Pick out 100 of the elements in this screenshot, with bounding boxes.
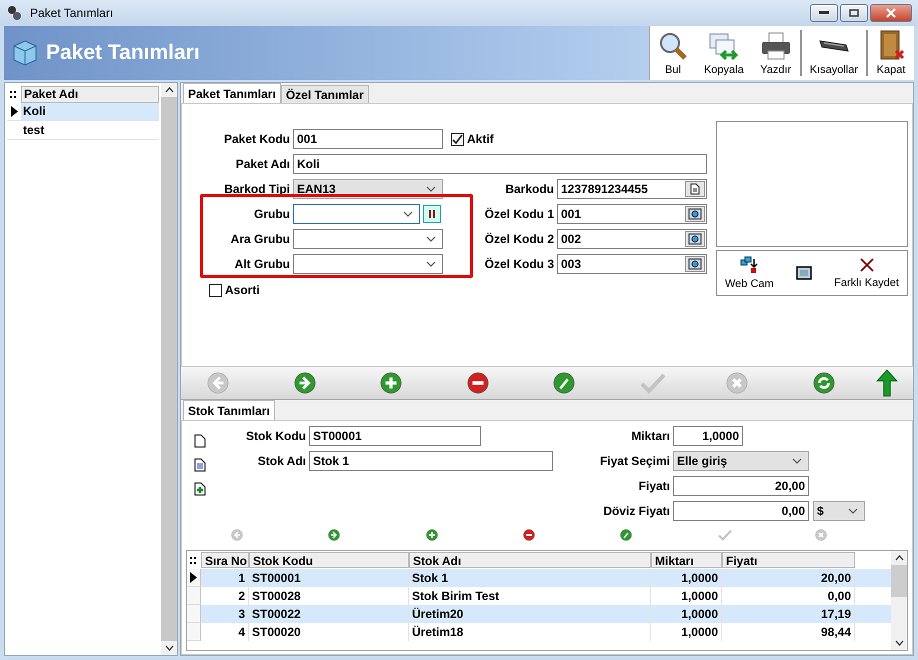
scroll-up-icon[interactable] (164, 87, 174, 93)
field-label: Barkodu (504, 182, 555, 196)
maximize-button[interactable] (840, 4, 868, 22)
lookup-button[interactable] (685, 256, 705, 272)
tab[interactable]: Stok Tanımları (183, 400, 275, 420)
column-header: Stok Adı (409, 552, 651, 568)
plus-icon[interactable] (380, 372, 402, 394)
field-label: Stok Adı (256, 454, 307, 468)
checkbox[interactable] (451, 132, 464, 146)
tab[interactable]: Paket Tanımları (183, 83, 281, 103)
chevron-down-icon (426, 261, 436, 267)
cube-package-icon (12, 39, 38, 67)
table-cell: 20,00 (722, 569, 855, 587)
scroll-down-icon[interactable] (164, 645, 174, 651)
list-row[interactable]: Koli (7, 102, 159, 121)
picture-frame-icon (688, 258, 702, 270)
cross-icon (858, 257, 875, 273)
list-row[interactable]: test (7, 121, 159, 140)
field-label: Alt Grubu (234, 257, 291, 271)
column-header: Sıra No (201, 552, 249, 568)
row-indicator[interactable] (187, 569, 201, 587)
lookup-button[interactable] (685, 231, 705, 247)
search-icon (658, 31, 688, 61)
checkbox-label: Aktif (467, 132, 494, 146)
column-header: Paket Adı (21, 86, 159, 102)
scroll-up-icon[interactable] (894, 555, 904, 561)
chevron-down-icon (792, 458, 802, 464)
pencil-icon[interactable] (620, 529, 632, 541)
input-field[interactable]: 003 (557, 254, 707, 274)
dropdown[interactable] (293, 204, 420, 224)
field-label: Paket Kodu (222, 132, 291, 146)
document-icon (690, 183, 700, 195)
currency-dropdown[interactable]: $ (813, 501, 865, 521)
table-cell: Üretim18 (409, 623, 651, 641)
pencil-icon[interactable] (553, 372, 575, 394)
input-field[interactable]: 001 (293, 129, 443, 149)
checkbox[interactable] (209, 284, 222, 296)
row-pointer-icon (10, 106, 18, 116)
field-label: Döviz Fiyatı (602, 504, 671, 518)
picture-frame-icon (688, 208, 702, 220)
plus-icon[interactable] (426, 529, 438, 541)
input-field[interactable]: 001 (557, 204, 707, 224)
scroll-down-icon[interactable] (894, 640, 904, 646)
close-icon (886, 8, 896, 18)
input-field[interactable]: 0,00 (673, 501, 809, 521)
document-button[interactable] (685, 181, 705, 197)
minimize-button[interactable] (810, 4, 838, 22)
table-cell: Üretim20 (409, 605, 651, 623)
dropdown[interactable] (293, 254, 443, 274)
lookup-button[interactable] (685, 206, 705, 222)
input-field[interactable]: Stok 1 (309, 451, 553, 471)
refresh-icon[interactable] (812, 372, 834, 394)
forward-arrow-icon[interactable] (328, 529, 340, 541)
table-cell: 3 (201, 605, 249, 623)
list-document-icon[interactable] (194, 458, 206, 472)
pause-button[interactable] (423, 205, 441, 223)
minus-icon[interactable] (522, 529, 535, 541)
field-label: Stok Kodu (245, 429, 307, 443)
chevron-down-icon (426, 236, 436, 242)
table-cell: ST00001 (249, 569, 409, 587)
field-label: Özel Kodu 1 (484, 207, 555, 221)
table-cell: ST00022 (249, 605, 409, 623)
window-title: Paket Tanımları (30, 6, 114, 20)
field-label: Grubu (253, 207, 291, 221)
windows-arrow-icon (740, 256, 758, 274)
input-field[interactable]: 20,00 (673, 476, 809, 496)
minimize-icon (819, 11, 829, 15)
dropdown[interactable]: Elle giriş (673, 451, 809, 471)
field-label: Barkod Tipi (223, 182, 291, 196)
table-cell: 17,19 (722, 605, 855, 623)
table-cell: 1 (201, 569, 249, 587)
up-arrow-icon[interactable] (876, 369, 898, 397)
table-cell: 4 (201, 623, 249, 641)
scrollbar[interactable] (891, 551, 907, 650)
checkmark-icon (452, 134, 463, 144)
checkbox-label: Asorti (225, 283, 260, 297)
list-cell-text: Koli (22, 104, 46, 118)
table-cell: ST00020 (249, 623, 409, 641)
tab[interactable]: Özel Tanımlar (280, 85, 369, 103)
input-field[interactable]: 1,0000 (673, 426, 743, 446)
table-cell: 1,0000 (651, 605, 722, 623)
add-document-icon[interactable] (194, 482, 206, 496)
list-cell-text: test (22, 123, 44, 137)
chevron-down-icon (403, 211, 413, 217)
field-label: Paket Adı (234, 157, 291, 171)
input-field[interactable]: ST00001 (309, 426, 481, 446)
column-header: Stok Kodu (249, 552, 409, 568)
input-field[interactable]: 1237891234455 (557, 179, 707, 199)
keyboard-icon (818, 40, 849, 52)
input-field[interactable]: 002 (557, 229, 707, 249)
column-header: Miktarı (651, 552, 722, 568)
dropdown[interactable] (293, 229, 443, 249)
input-field[interactable]: Koli (293, 154, 707, 174)
app-icon (6, 5, 22, 21)
close-button[interactable] (870, 4, 912, 22)
pause-icon (428, 210, 436, 218)
chevron-down-icon (426, 186, 436, 192)
minus-icon[interactable] (466, 372, 488, 394)
new-document-icon[interactable] (194, 434, 206, 448)
scrollbar[interactable] (161, 83, 177, 655)
